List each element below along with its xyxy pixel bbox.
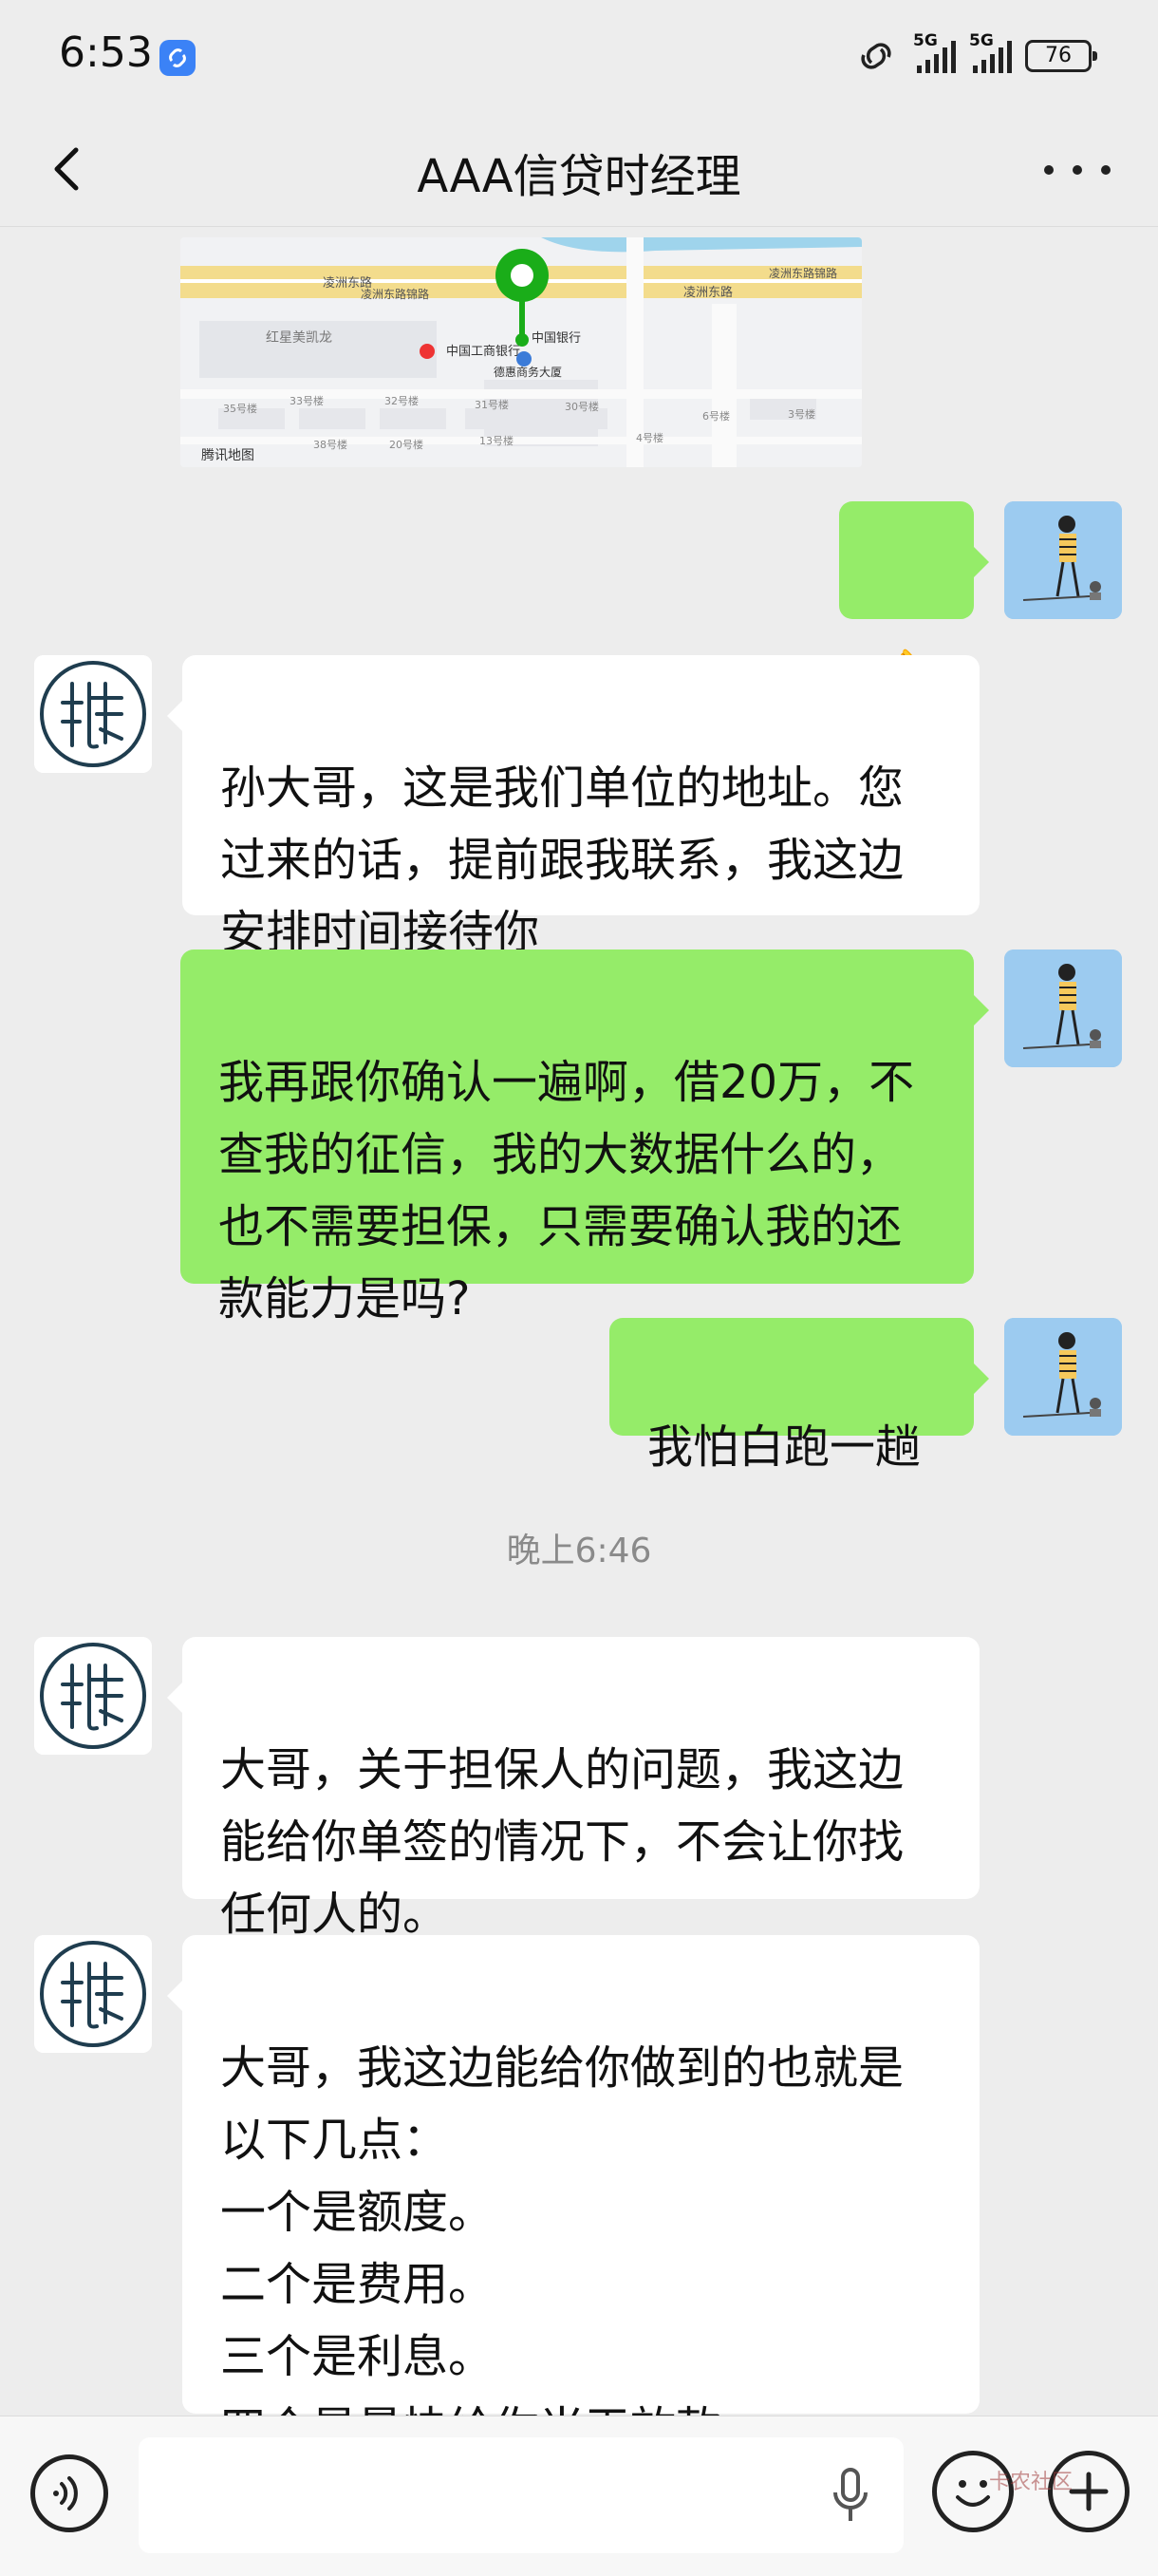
map-label: 德惠商务大厦 <box>494 365 562 379</box>
map-label: 4号楼 <box>636 431 663 444</box>
chat-input-bar <box>0 2416 1158 2576</box>
battery-level: 76 <box>1045 44 1072 67</box>
status-bar: 6:53 5G 5G 76 <box>0 0 1158 114</box>
map-image: 凌洲东路 凌洲东路锦路 凌洲东路 凌洲东路锦路 红星美凯龙 中国银行 中国工商银… <box>180 237 862 467</box>
map-label: 38号楼 <box>313 438 347 451</box>
person-illustration-icon <box>1004 950 1122 1067</box>
map-attribution: 腾讯地图 <box>201 447 254 463</box>
location-map-card[interactable]: 凌洲东路 凌洲东路锦路 凌洲东路 凌洲东路锦路 红星美凯龙 中国银行 中国工商银… <box>180 237 862 467</box>
map-label: 3号楼 <box>788 407 815 421</box>
map-label: 6号楼 <box>702 409 730 423</box>
message-text: 我怕白跑一趟 <box>647 1420 922 1474</box>
map-label: 红星美凯龙 <box>266 330 332 346</box>
message-input[interactable] <box>139 2437 904 2553</box>
chat-header: AAA信贷时经理 <box>0 114 1158 227</box>
signal-icon-2: 5G <box>969 31 1012 73</box>
message-text: 我再跟你确认一遍啊，借20万，不查我的征信，我的大数据什么的，也不需要担保，只需… <box>218 1056 915 1326</box>
battery-icon: 76 <box>1025 40 1097 72</box>
more-dot <box>1101 165 1111 175</box>
map-label: 凌洲东路 <box>683 285 733 300</box>
map-label: 中国银行 <box>532 331 581 346</box>
message-bubble-self[interactable]: 👌 <box>839 501 989 710</box>
message-bubble-self[interactable]: 我再跟你确认一遍啊，借20万，不查我的征信，我的大数据什么的，也不需要担保，只需… <box>180 950 989 1326</box>
partner-avatar[interactable] <box>34 655 152 773</box>
map-label: 中国工商银行 <box>446 345 520 359</box>
map-label: 凌洲东路锦路 <box>361 287 429 301</box>
partner-avatar[interactable] <box>34 1935 152 2053</box>
message-text: 大哥，关于担保人的问题，我这边能给你单签的情况下，不会让你找任何人的。 <box>220 1743 905 1941</box>
network-type-2: 5G <box>969 31 994 50</box>
microphone-button[interactable] <box>824 2466 877 2527</box>
person-illustration-icon <box>1004 501 1122 619</box>
link-icon <box>861 43 891 69</box>
more-dot <box>1044 165 1054 175</box>
map-label: 35号楼 <box>223 402 257 415</box>
message-bubble-other[interactable]: 大哥，关于担保人的问题，我这边能给你单签的情况下，不会让你找任何人的。 <box>167 1637 980 1941</box>
map-label: 33号楼 <box>290 394 324 407</box>
map-label: 凌洲东路锦路 <box>769 266 837 280</box>
seal-logo-icon <box>34 655 152 773</box>
message-bubble-other[interactable]: 大哥，我这边能给你做到的也就是以下几点： 一个是额度。 二个是费用。 三个是利息… <box>167 1935 980 2455</box>
voice-mode-button[interactable] <box>30 2454 108 2532</box>
app-notification-icon <box>159 40 196 76</box>
signal-icon-1: 5G <box>913 31 956 73</box>
partner-avatar[interactable] <box>34 1637 152 1755</box>
self-avatar[interactable] <box>1004 1318 1122 1436</box>
map-label: 13号楼 <box>479 434 514 447</box>
person-illustration-icon <box>1004 1318 1122 1436</box>
status-indicators: 5G 5G 76 <box>852 31 1097 80</box>
message-text: 孙大哥，这是我们单位的地址。您过来的话，提前跟我联系，我这边安排时间接待你 <box>220 762 905 959</box>
bank-icon <box>420 344 435 359</box>
message-bubble-self[interactable]: 我怕白跑一趟 <box>609 1318 989 1474</box>
chat-title: AAA信贷时经理 <box>417 150 741 203</box>
self-avatar[interactable] <box>1004 501 1122 619</box>
self-avatar[interactable] <box>1004 950 1122 1067</box>
map-label: 31号楼 <box>475 398 509 411</box>
more-options-button[interactable] <box>1044 146 1111 194</box>
map-label: 30号楼 <box>565 400 599 413</box>
more-dot <box>1073 165 1082 175</box>
message-bubble-other[interactable]: 孙大哥，这是我们单位的地址。您过来的话，提前跟我联系，我这边安排时间接待你 <box>167 655 980 959</box>
microphone-icon <box>833 2468 868 2521</box>
seal-logo-icon <box>34 1935 152 2053</box>
voice-wave-icon <box>53 2476 78 2510</box>
building-icon <box>516 351 532 367</box>
watermark: 卡农社区 <box>989 2471 1074 2494</box>
map-label: 20号楼 <box>389 438 423 451</box>
message-timestamp: 晚上6:46 <box>506 1532 652 1570</box>
message-text: 大哥，我这边能给你做到的也就是以下几点： 一个是额度。 二个是费用。 三个是利息… <box>220 2041 905 2455</box>
map-label: 32号楼 <box>384 394 419 407</box>
network-type-1: 5G <box>913 31 938 50</box>
seal-logo-icon <box>34 1637 152 1755</box>
status-time: 6:53 <box>59 28 153 77</box>
